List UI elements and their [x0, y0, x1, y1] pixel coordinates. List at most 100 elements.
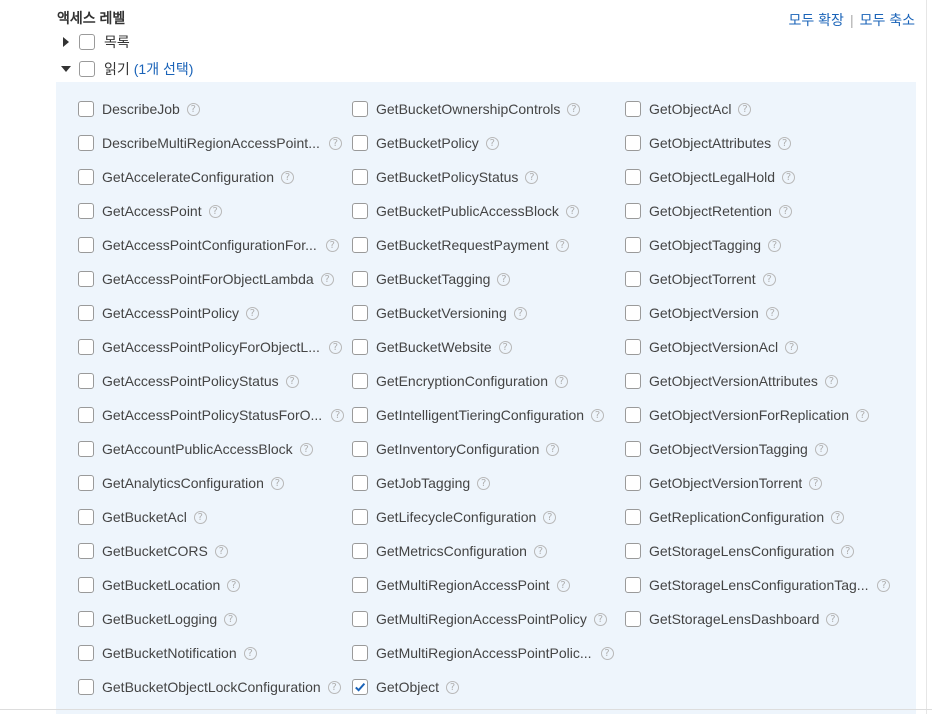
group-read-selected-count[interactable]: (1개 선택)	[134, 59, 194, 79]
action-checkbox[interactable]	[78, 407, 94, 423]
action-checkbox[interactable]	[352, 203, 368, 219]
help-icon[interactable]: ?	[546, 442, 560, 456]
action-item[interactable]: GetLifecycleConfiguration?	[352, 500, 614, 534]
help-icon[interactable]: ?	[826, 612, 840, 626]
action-item[interactable]: GetStorageLensDashboard?	[625, 602, 890, 636]
action-item[interactable]: GetAccessPointPolicyStatusForO...?	[78, 398, 345, 432]
help-icon[interactable]: ?	[778, 136, 792, 150]
action-checkbox[interactable]	[78, 203, 94, 219]
action-checkbox[interactable]	[78, 679, 94, 695]
action-item[interactable]: GetObjectAcl?	[625, 92, 890, 126]
action-item[interactable]: GetReplicationConfiguration?	[625, 500, 890, 534]
action-item[interactable]: GetAccessPointConfigurationFor...?	[78, 228, 344, 262]
help-icon[interactable]: ?	[477, 476, 491, 490]
action-item[interactable]: GetBucketLocation?	[78, 568, 344, 602]
action-checkbox[interactable]	[625, 339, 641, 355]
help-icon[interactable]: ?	[841, 544, 855, 558]
group-list-checkbox[interactable]	[79, 34, 95, 50]
help-icon[interactable]: ?	[555, 374, 568, 388]
action-checkbox[interactable]	[78, 271, 94, 287]
action-item[interactable]: GetJobTagging?	[352, 466, 614, 500]
action-checkbox[interactable]	[352, 611, 368, 627]
action-checkbox[interactable]	[625, 169, 641, 185]
help-icon[interactable]: ?	[824, 374, 838, 388]
help-icon[interactable]: ?	[513, 306, 527, 320]
action-item[interactable]: GetObjectVersionAcl?	[625, 330, 890, 364]
help-icon[interactable]: ?	[765, 306, 779, 320]
help-icon[interactable]: ?	[591, 408, 605, 422]
action-checkbox[interactable]	[625, 237, 641, 253]
action-checkbox[interactable]	[352, 441, 368, 457]
action-checkbox[interactable]	[625, 611, 641, 627]
action-item[interactable]: GetObject?	[352, 670, 614, 704]
action-checkbox[interactable]	[78, 577, 94, 593]
action-checkbox[interactable]	[78, 101, 94, 117]
action-checkbox[interactable]	[625, 203, 641, 219]
help-icon[interactable]: ?	[270, 476, 284, 490]
group-read-checkbox[interactable]	[79, 61, 95, 77]
action-item[interactable]: GetBucketPublicAccessBlock?	[352, 194, 614, 228]
action-item[interactable]: GetBucketOwnershipControls?	[352, 92, 614, 126]
action-checkbox[interactable]	[78, 135, 94, 151]
help-icon[interactable]: ?	[785, 340, 799, 354]
action-item[interactable]: GetObjectLegalHold?	[625, 160, 890, 194]
help-icon[interactable]: ?	[778, 204, 792, 218]
action-item[interactable]: GetObjectVersion?	[625, 296, 890, 330]
help-icon[interactable]: ?	[208, 204, 222, 218]
action-checkbox[interactable]	[625, 101, 641, 117]
action-checkbox[interactable]	[352, 339, 368, 355]
help-icon[interactable]: ?	[227, 578, 241, 592]
help-icon[interactable]: ?	[245, 306, 259, 320]
action-checkbox[interactable]	[625, 543, 641, 559]
action-checkbox[interactable]	[352, 407, 368, 423]
action-checkbox[interactable]	[352, 577, 368, 593]
action-checkbox[interactable]	[78, 373, 94, 389]
action-item[interactable]: GetAccountPublicAccessBlock?	[78, 432, 344, 466]
action-item[interactable]: GetObjectVersionForReplication?	[625, 398, 890, 432]
help-icon[interactable]: ?	[782, 170, 796, 184]
action-item[interactable]: GetAnalyticsConfiguration?	[78, 466, 344, 500]
collapse-all-link[interactable]: 모두 축소	[860, 10, 915, 30]
help-icon[interactable]: ?	[485, 136, 499, 150]
help-icon[interactable]: ?	[567, 102, 581, 116]
action-checkbox[interactable]	[78, 441, 94, 457]
help-icon[interactable]: ?	[543, 510, 557, 524]
action-item[interactable]: GetObjectVersionTorrent?	[625, 466, 890, 500]
action-checkbox[interactable]	[352, 475, 368, 491]
action-checkbox[interactable]	[352, 543, 368, 559]
action-checkbox[interactable]	[78, 543, 94, 559]
action-item[interactable]: GetBucketObjectLockConfiguration?	[78, 670, 344, 704]
action-item[interactable]: GetMultiRegionAccessPoint?	[352, 568, 614, 602]
help-icon[interactable]: ?	[331, 408, 345, 422]
help-icon[interactable]: ?	[762, 272, 776, 286]
help-icon[interactable]: ?	[809, 476, 823, 490]
action-item[interactable]: GetObjectTagging?	[625, 228, 890, 262]
help-icon[interactable]: ?	[498, 340, 512, 354]
action-item[interactable]: GetMultiRegionAccessPointPolic...?	[352, 636, 614, 670]
action-checkbox[interactable]	[78, 475, 94, 491]
action-item[interactable]: GetBucketAcl?	[78, 500, 344, 534]
action-checkbox[interactable]	[625, 475, 641, 491]
action-checkbox[interactable]	[78, 305, 94, 321]
action-checkbox[interactable]	[625, 305, 641, 321]
action-item[interactable]: GetBucketTagging?	[352, 262, 614, 296]
action-checkbox[interactable]	[78, 339, 94, 355]
action-item[interactable]: GetBucketCORS?	[78, 534, 344, 568]
help-icon[interactable]: ?	[738, 102, 752, 116]
help-icon[interactable]: ?	[831, 510, 845, 524]
help-icon[interactable]: ?	[281, 170, 294, 184]
help-icon[interactable]: ?	[299, 442, 313, 456]
action-item[interactable]: GetBucketLogging?	[78, 602, 344, 636]
action-checkbox[interactable]	[352, 271, 368, 287]
action-item[interactable]: GetBucketVersioning?	[352, 296, 614, 330]
help-icon[interactable]: ?	[600, 646, 614, 660]
help-icon[interactable]: ?	[193, 510, 207, 524]
action-item[interactable]: GetMetricsConfiguration?	[352, 534, 614, 568]
action-item[interactable]: GetBucketRequestPayment?	[352, 228, 614, 262]
action-checkbox[interactable]	[352, 169, 368, 185]
action-item[interactable]: GetStorageLensConfigurationTag...?	[625, 568, 891, 602]
action-item[interactable]: GetBucketPolicy?	[352, 126, 614, 160]
action-item[interactable]: GetAccessPointPolicyForObjectL...?	[78, 330, 344, 364]
help-icon[interactable]: ?	[555, 238, 569, 252]
action-checkbox[interactable]	[625, 373, 641, 389]
